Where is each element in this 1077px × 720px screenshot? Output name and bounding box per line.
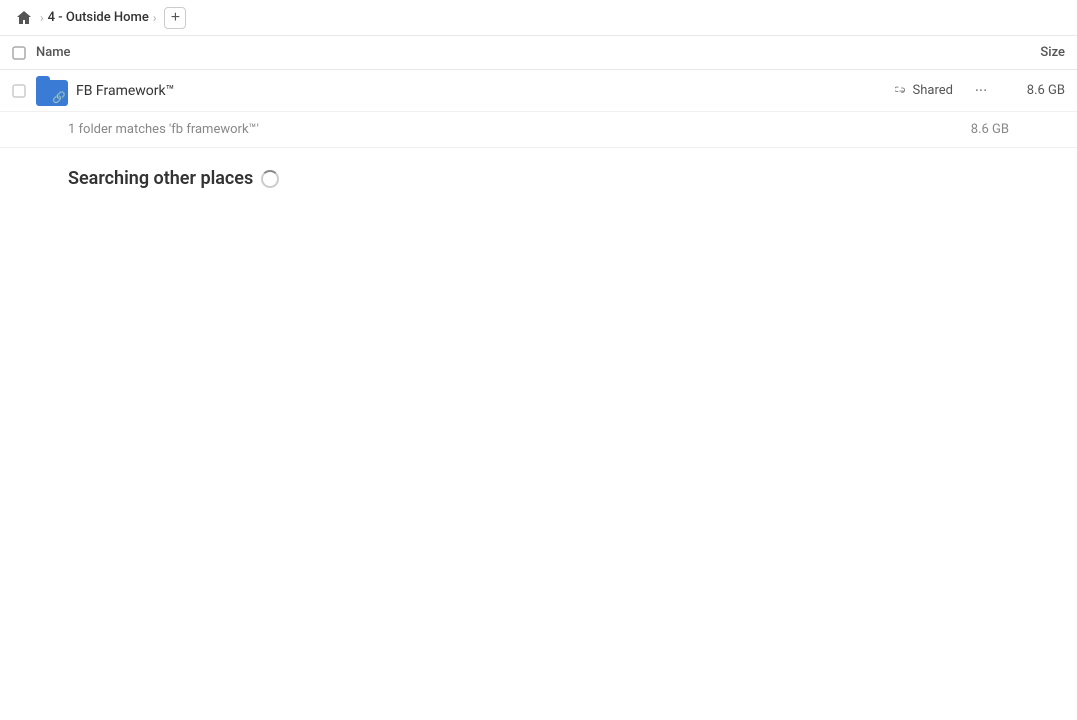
- breadcrumb-item-label: 4 - Outside Home: [48, 10, 149, 25]
- link-icon: [895, 84, 909, 98]
- column-size-header: Size: [985, 45, 1065, 60]
- home-icon: [16, 10, 32, 26]
- shared-label: Shared: [913, 83, 953, 98]
- column-header-row: Name Size: [0, 36, 1077, 70]
- more-icon: ···: [975, 81, 988, 100]
- file-name-label: FB Framework™: [76, 83, 895, 99]
- matches-text: 1 folder matches 'fb framework™': [68, 122, 259, 137]
- file-size-label: 8.6 GB: [1005, 83, 1065, 98]
- search-total-size: 8.6 GB: [971, 122, 1009, 137]
- breadcrumb-separator2: ›: [153, 11, 157, 25]
- searching-section: Searching other places: [0, 148, 1077, 209]
- checkbox-icon: [12, 46, 26, 60]
- row-checkbox-icon: [12, 84, 26, 98]
- searching-label: Searching other places: [68, 168, 253, 189]
- breadcrumb-bar: › 4 - Outside Home › +: [0, 0, 1077, 36]
- select-all-checkbox[interactable]: [12, 46, 36, 60]
- file-type-icon: 🔗: [36, 75, 68, 107]
- add-button[interactable]: +: [164, 7, 186, 29]
- search-results-info: 1 folder matches 'fb framework™' 8.6 GB: [0, 112, 1077, 148]
- loading-spinner: [261, 170, 279, 188]
- file-checkbox[interactable]: [12, 84, 36, 98]
- home-button[interactable]: [12, 8, 36, 28]
- file-row[interactable]: 🔗 FB Framework™ Shared ··· 8.6 GB: [0, 70, 1077, 112]
- more-options-button[interactable]: ···: [969, 79, 993, 103]
- breadcrumb-separator: ›: [40, 11, 44, 25]
- breadcrumb-item[interactable]: 4 - Outside Home: [48, 10, 149, 25]
- column-name-header: Name: [36, 45, 985, 60]
- file-badges: Shared: [895, 83, 953, 98]
- shared-badge: Shared: [895, 83, 953, 98]
